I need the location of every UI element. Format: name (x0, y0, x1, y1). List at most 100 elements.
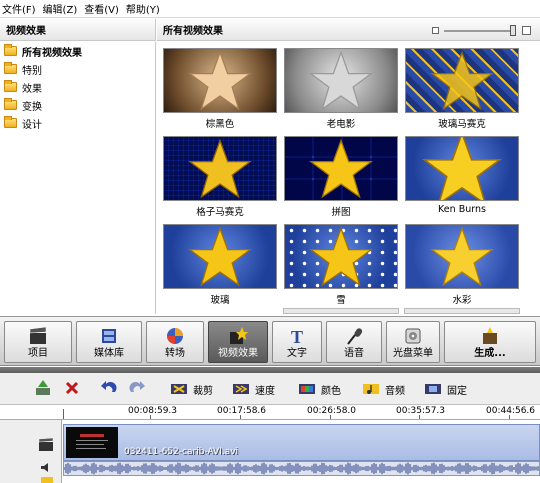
star-icon (430, 50, 494, 110)
audio-label: 音频 (385, 385, 405, 397)
effect-tile-watercolor[interactable]: 水彩 (404, 224, 520, 306)
freeze-label: 固定 (447, 385, 467, 397)
menu-bar: 文件(F) 编辑(Z) 查看(V) 帮助(Y) (0, 0, 540, 18)
tree-item-label: 设计 (22, 119, 42, 131)
tree-item-all-effects[interactable]: 所有视频效果 (0, 42, 155, 60)
media-library-button[interactable]: 媒体库 (76, 321, 142, 363)
effect-thumbnail (284, 136, 398, 201)
effect-tile-glass-mosaic[interactable]: 玻璃马赛克 (404, 48, 520, 130)
folder-icon (4, 116, 17, 128)
effect-thumbnail (163, 224, 277, 289)
undo-icon[interactable] (100, 380, 118, 396)
toolbar-separator (0, 367, 540, 373)
video-clip[interactable]: 032411-652-carib-AVI.avi (63, 424, 540, 461)
tree-item-design[interactable]: 设计 (0, 114, 155, 132)
effect-label: 雪 (336, 295, 346, 306)
svg-text:T: T (291, 327, 303, 345)
effect-tile-sepia[interactable]: 棕黑色 (162, 48, 278, 130)
audio-waveform-track[interactable] (63, 461, 540, 476)
tree-item-special[interactable]: 特别 (0, 60, 155, 78)
effects-grid: 棕黑色 老电影 玻璃马赛克 格子马赛克 拼图 Ken Burns 玻璃 雪 水彩 (157, 42, 540, 314)
effect-thumbnail (163, 136, 277, 201)
disc-menu-button[interactable]: 光盘菜单 (386, 321, 440, 363)
project-label: 项目 (28, 348, 48, 359)
audio-waveform (63, 462, 539, 475)
time-marker: 00:44:56.6 (486, 406, 536, 416)
disc-menu-label: 光盘菜单 (393, 348, 433, 359)
effect-label: Ken Burns (438, 204, 486, 215)
clip-thumbnail (66, 427, 118, 458)
track-header (0, 420, 62, 483)
tree-item-effects[interactable]: 效果 (0, 78, 155, 96)
menu-help[interactable]: 帮助(Y) (126, 1, 160, 16)
crop-label: 裁剪 (193, 385, 213, 397)
effect-tile-grid-mosaic[interactable]: 格子马赛克 (162, 136, 278, 218)
crop-icon (171, 384, 187, 394)
color-tool[interactable]: 颜色 (298, 380, 341, 398)
ruler-tick (150, 415, 151, 419)
effect-thumbnail (405, 136, 519, 201)
disc-menu-icon (405, 328, 421, 344)
freeze-tool[interactable]: 固定 (424, 380, 467, 398)
effect-thumbnail (284, 48, 398, 113)
video-effects-button[interactable]: 视频效果 (208, 321, 268, 363)
star-icon (188, 138, 252, 198)
text-button[interactable]: T 文字 (272, 321, 322, 363)
transition-swirl-icon (167, 328, 183, 344)
ruler-tick (419, 415, 420, 419)
time-marker: 00:35:57.3 (396, 406, 446, 416)
add-to-timeline-icon[interactable] (34, 380, 52, 396)
menu-edit[interactable]: 编辑(Z) (43, 1, 78, 16)
effect-label: 玻璃 (210, 295, 230, 306)
voice-label: 语音 (344, 348, 364, 359)
voice-button[interactable]: 语音 (326, 321, 382, 363)
effect-tile-old-film[interactable]: 老电影 (283, 48, 399, 130)
slider-thumb[interactable] (510, 25, 516, 36)
produce-button[interactable]: 生成... (444, 321, 536, 363)
delete-icon[interactable] (64, 380, 80, 396)
transitions-label: 转场 (165, 348, 185, 359)
microphone-icon (347, 328, 363, 345)
clapperboard-icon (29, 327, 47, 344)
effect-thumbnail (284, 224, 398, 289)
produce-icon (483, 327, 497, 344)
text-label: 文字 (287, 348, 307, 359)
time-marker: 00:08:59.3 (128, 406, 178, 416)
effect-tile-ken-burns[interactable]: Ken Burns (404, 136, 520, 215)
star-icon (188, 50, 252, 110)
menu-file[interactable]: 文件(F) (2, 1, 36, 16)
edit-toolbar: 裁剪 速度 颜色 音频 固定 (0, 367, 540, 405)
menu-view[interactable]: 查看(V) (84, 1, 119, 16)
tree-item-transform[interactable]: 变换 (0, 96, 155, 114)
next-row-thumbnail-edge (404, 308, 520, 314)
crop-tool[interactable]: 裁剪 (170, 380, 213, 398)
effect-tile-glass[interactable]: 玻璃 (162, 224, 278, 306)
effect-tile-puzzle[interactable]: 拼图 (283, 136, 399, 218)
thumbnail-size-slider[interactable] (432, 25, 532, 36)
effect-tile-snow[interactable]: 雪 (283, 224, 399, 306)
project-button[interactable]: 项目 (4, 321, 72, 363)
folder-icon (4, 80, 17, 92)
tree-item-label: 所有视频效果 (22, 47, 82, 59)
large-size-icon (522, 26, 531, 35)
star-clapper-icon (230, 327, 248, 344)
redo-icon[interactable] (128, 380, 146, 396)
audio-tool[interactable]: 音频 (362, 380, 405, 398)
star-icon (309, 138, 373, 198)
folder-icon (4, 44, 17, 56)
timeline-ruler[interactable]: 00:08:59.3 00:17:58.6 00:26:58.0 00:35:5… (0, 405, 540, 420)
effect-thumbnail (163, 48, 277, 113)
star-icon (422, 137, 502, 200)
speed-tool[interactable]: 速度 (232, 380, 275, 398)
ruler-tick (330, 415, 331, 419)
star-icon (430, 226, 494, 286)
media-library-label: 媒体库 (94, 348, 124, 359)
transitions-button[interactable]: 转场 (146, 321, 204, 363)
next-row-thumbnail-edge (283, 308, 399, 314)
small-size-icon (432, 27, 439, 34)
time-marker: 00:17:58.6 (217, 406, 267, 416)
slider-track[interactable] (444, 30, 512, 32)
clip-filename: 032411-652-carib-AVI.avi (124, 447, 239, 457)
speed-icon (233, 384, 249, 394)
ruler-tick (240, 415, 241, 419)
